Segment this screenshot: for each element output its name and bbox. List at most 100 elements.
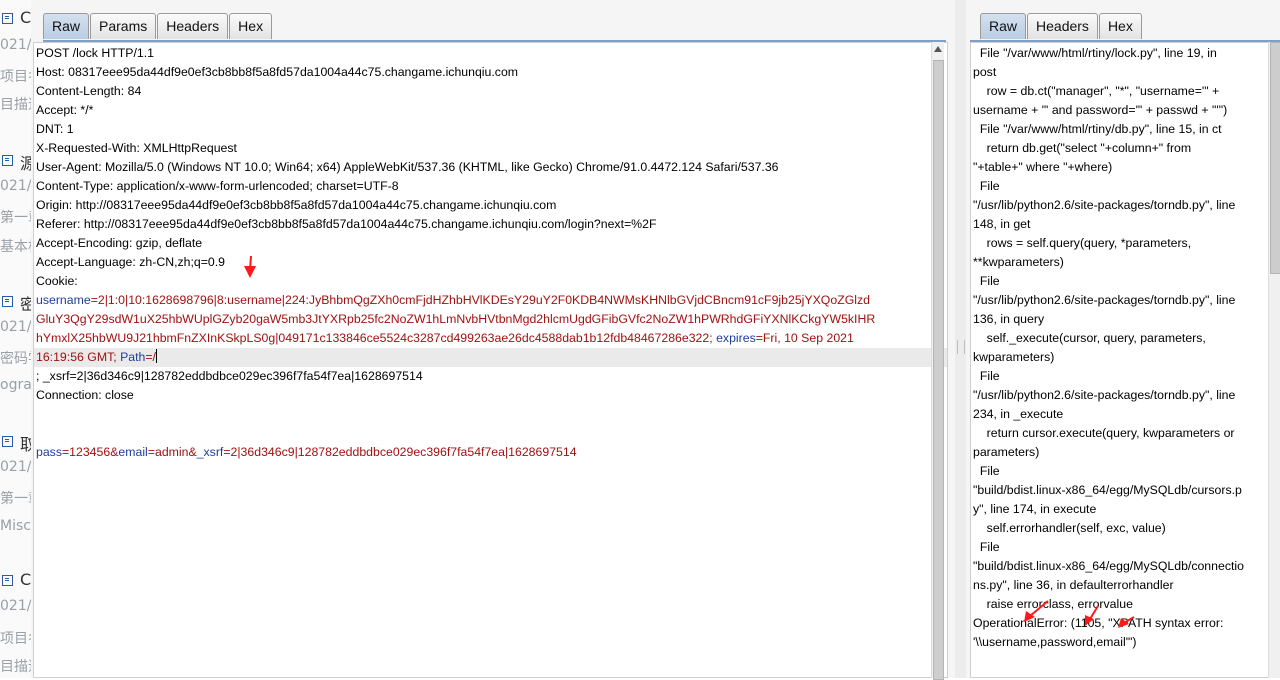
response-scrollbar-thumb[interactable]	[1270, 42, 1280, 274]
background-text-fragment: 取	[20, 435, 31, 454]
request-line: ; _xsrf=2|36d346c9|128782eddbdbce029ec39…	[36, 367, 423, 386]
header-text: Cookie:	[36, 274, 78, 288]
header-text: Origin: http://08317eee95da44df9e0ef3cb8…	[36, 198, 557, 212]
document-icon	[2, 575, 13, 586]
background-text-fragment: 基本格	[0, 239, 31, 255]
param-key: pass	[36, 445, 62, 459]
request-tab-raw[interactable]: Raw	[43, 13, 90, 39]
background-text-fragment: 021/	[0, 319, 31, 335]
response-line: File "/var/www/html/rtiny/lock.py", line…	[973, 46, 1217, 60]
response-line: File	[973, 179, 1000, 193]
request-scrollbar-thumb[interactable]	[933, 60, 944, 680]
response-line: OperationalError: (1105, "XPATH syntax e…	[973, 616, 1224, 630]
param-key: Path	[120, 350, 146, 364]
request-line: hYmxlX25hbWU9J21hbmFnZXInKSkpLS0g|049171…	[36, 329, 854, 348]
request-line: X-Requested-With: XMLHttpRequest	[36, 139, 237, 158]
request-panel: Raw Params Headers Hex POST /lock HTTP/1.1 H…	[31, 0, 955, 680]
param-value: =/	[145, 350, 156, 364]
request-tab-headers[interactable]: Headers	[157, 13, 229, 39]
request-line: Connection: close	[36, 386, 134, 405]
response-tab-hex[interactable]: Hex	[1098, 13, 1142, 39]
param-key: email	[118, 445, 148, 459]
response-line: y", line 174, in execute	[973, 502, 1097, 516]
request-scrollbar[interactable]	[931, 42, 944, 680]
request-line: GluY3QgY29sdW1uX25hbWUplGZyb20gaW5mb3JtY…	[36, 310, 875, 329]
response-line: **kwparameters)	[973, 255, 1064, 269]
document-icon	[2, 155, 13, 166]
request-line: Cookie:	[36, 272, 78, 291]
response-line: "build/bdist.linux-x86_64/egg/MySQLdb/cu…	[973, 483, 1242, 497]
header-text: Host: 08317eee95da44df9e0ef3cb8bb8f5a8fd…	[36, 65, 519, 79]
background-text-fragment: 目描述	[0, 97, 31, 113]
response-line: 136, in query	[973, 312, 1045, 326]
request-line: 16:19:56 GMT; Path=/	[34, 348, 947, 367]
response-line: File	[973, 540, 1000, 554]
background-text-fragment: C	[20, 570, 31, 589]
response-raw-editor[interactable]: File "/var/www/html/rtiny/lock.py", line…	[970, 42, 1272, 678]
background-text-fragment: 目描述	[0, 659, 31, 675]
param-key: username	[36, 293, 91, 307]
param-value: GluY3QgY29sdW1uX25hbWUplGZyb20gaW5mb3JtY…	[36, 312, 876, 326]
text-caret	[155, 349, 157, 363]
response-line: 234, in _execute	[973, 407, 1064, 421]
header-text: Content-Type: application/x-www-form-url…	[36, 179, 399, 193]
response-line: "/usr/lib/python2.6/site-packages/torndb…	[973, 388, 1236, 402]
response-line: return cursor.execute(query, kwparameter…	[973, 426, 1235, 440]
background-page-strip: C021/项目名目描述源021/第一章基本格密021/密码学ograp取021/…	[0, 0, 31, 678]
document-icon	[2, 436, 13, 447]
request-line: Origin: http://08317eee95da44df9e0ef3cb8…	[36, 196, 556, 215]
response-line: ns.py", line 36, in defaulterrorhandler	[973, 578, 1174, 592]
response-line: kwparameters)	[973, 350, 1055, 364]
background-text-fragment: 021/	[0, 37, 31, 53]
param-value: =2|36d346c9|128782eddbdbce029ec396f7fa54…	[223, 445, 577, 459]
response-line: "+table+" where "+where)	[973, 160, 1113, 174]
header-text: Connection: close	[36, 388, 134, 402]
header-text: User-Agent: Mozilla/5.0 (Windows NT 10.0…	[36, 160, 779, 174]
param-value: =2|1:0|10:1628698796|8:username|224:JyBh…	[90, 293, 870, 307]
header-text: Content-Length: 84	[36, 84, 142, 98]
param-value: =Fri, 10 Sep 2021	[755, 331, 854, 345]
request-line: Host: 08317eee95da44df9e0ef3cb8bb8f5a8fd…	[36, 63, 518, 82]
document-icon	[2, 13, 13, 24]
scroll-up-arrow-icon[interactable]	[934, 46, 942, 52]
panel-splitter[interactable]	[955, 0, 966, 678]
splitter-grip-icon[interactable]	[957, 340, 965, 354]
background-text-fragment: 第一章	[0, 491, 31, 507]
param-key: _xsrf	[196, 445, 224, 459]
request-raw-editor[interactable]: POST /lock HTTP/1.1 Host: 08317eee95da44d…	[33, 42, 948, 678]
response-line: File "/var/www/html/rtiny/db.py", line 1…	[973, 122, 1222, 136]
response-line: rows = self.query(query, *parameters,	[973, 236, 1192, 250]
response-line: "/usr/lib/python2.6/site-packages/torndb…	[973, 293, 1236, 307]
param-value: =123456&	[61, 445, 119, 459]
header-text: DNT: 1	[36, 122, 74, 136]
param-key: expires	[716, 331, 756, 345]
background-text-fragment: 第一章	[0, 210, 31, 226]
request-line: Referer: http://08317eee95da44df9e0ef3cb…	[36, 215, 656, 234]
response-line: 148, in get	[973, 217, 1031, 231]
request-line: User-Agent: Mozilla/5.0 (Windows NT 10.0…	[36, 158, 779, 177]
response-line: File	[973, 274, 1000, 288]
request-line: pass=123456&email=admin&_xsrf=2|36d346c9…	[36, 443, 577, 462]
request-line: POST /lock HTTP/1.1	[36, 44, 154, 63]
background-text-fragment: 源	[20, 154, 31, 173]
background-text-fragment: 021/	[0, 598, 31, 614]
response-line: self._execute(cursor, query, parameters,	[973, 331, 1206, 345]
header-text: POST /lock HTTP/1.1	[36, 46, 154, 60]
response-line: raise errorclass, errorvalue	[973, 597, 1133, 611]
response-tab-raw[interactable]: Raw	[980, 13, 1027, 39]
response-line: username + "' and password='" + passwd +…	[973, 103, 1228, 117]
response-scrollbar[interactable]	[1268, 42, 1280, 678]
background-text-fragment: 项目名	[0, 631, 31, 647]
response-line: post	[973, 65, 997, 79]
response-tab-headers[interactable]: Headers	[1027, 13, 1098, 39]
response-line: File	[973, 369, 1000, 383]
request-line: Content-Type: application/x-www-form-url…	[36, 177, 399, 196]
header-text: Accept-Language: zh-CN,zh;q=0.9	[36, 255, 226, 269]
background-text-fragment: 021/	[0, 459, 31, 475]
param-value: 16:19:56 GMT;	[36, 350, 121, 364]
request-tab-hex[interactable]: Hex	[229, 13, 273, 39]
request-line: DNT: 1	[36, 120, 74, 139]
request-line: Accept-Language: zh-CN,zh;q=0.9	[36, 253, 225, 272]
background-text-fragment: 密	[20, 295, 31, 314]
request-tab-params[interactable]: Params	[90, 13, 157, 39]
